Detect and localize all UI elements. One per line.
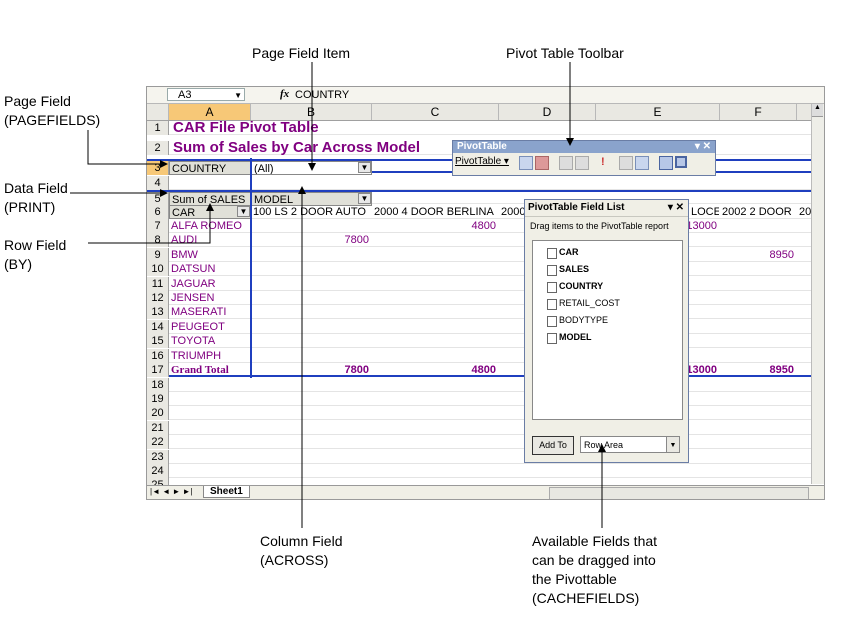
callout-row-field [88,208,211,244]
arrowhead [160,189,168,197]
arrowhead [160,160,168,168]
arrowhead [308,163,316,171]
arrowhead [598,444,606,452]
arrowhead [298,186,306,194]
arrowhead [206,203,214,211]
callout-page-field [87,130,160,165]
callout-lines [70,62,606,528]
arrowhead [566,138,574,146]
